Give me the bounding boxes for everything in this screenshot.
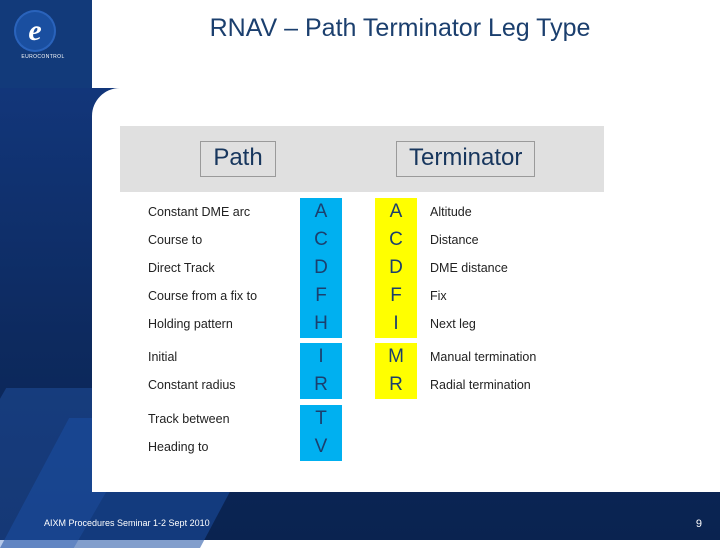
terminator-code: F	[375, 282, 417, 310]
table-row: M Manual termination	[120, 343, 604, 371]
slide-header: e EUROCONTROL RNAV – Path Terminator Leg…	[0, 0, 720, 88]
eurocontrol-logo: e EUROCONTROL	[12, 8, 82, 66]
terminator-code: C	[375, 226, 417, 254]
terminator-code: M	[375, 343, 417, 371]
table-row: R Radial termination	[120, 371, 604, 399]
terminator-header-label: Terminator	[396, 141, 536, 177]
terminator-code: A	[375, 198, 417, 226]
terminator-header-cell: Terminator	[356, 126, 604, 192]
page-number: 9	[695, 518, 702, 530]
path-code: T	[300, 405, 342, 433]
terminator-code: I	[375, 310, 417, 338]
path-terminator-table: Path Terminator Constant DME arc A Cours…	[120, 126, 604, 478]
table-row: D DME distance	[120, 254, 604, 282]
table-row: Track between T	[120, 405, 362, 433]
table-body: Constant DME arc A Course to C Direct Tr…	[120, 192, 604, 478]
table-row: F Fix	[120, 282, 604, 310]
terminator-label: Radial termination	[430, 378, 531, 392]
table-row: I Next leg	[120, 310, 604, 338]
terminator-label: Next leg	[430, 317, 476, 331]
slide: e EUROCONTROL RNAV – Path Terminator Leg…	[0, 0, 720, 548]
path-header-cell: Path	[120, 126, 356, 192]
path-code: V	[300, 433, 342, 461]
terminator-code: R	[375, 371, 417, 399]
page-title: RNAV – Path Terminator Leg Type	[209, 14, 591, 42]
terminator-label: Fix	[430, 289, 447, 303]
logo-letter: e	[28, 14, 42, 47]
path-label: Track between	[148, 412, 230, 426]
path-label: Heading to	[148, 440, 209, 454]
footer-text: AIXM Procedures Seminar 1-2 Sept 2010	[44, 518, 210, 528]
terminator-code: D	[375, 254, 417, 282]
table-header-row: Path Terminator	[120, 126, 604, 192]
terminator-label: Altitude	[430, 205, 472, 219]
path-header-label: Path	[200, 141, 276, 177]
terminator-label: Distance	[430, 233, 479, 247]
terminator-label: DME distance	[430, 261, 508, 275]
table-row: A Altitude	[120, 198, 604, 226]
terminator-label: Manual termination	[430, 350, 537, 364]
logo-wordmark: EUROCONTROL	[21, 54, 65, 60]
table-row: Heading to V	[120, 433, 362, 461]
table-row: C Distance	[120, 226, 604, 254]
